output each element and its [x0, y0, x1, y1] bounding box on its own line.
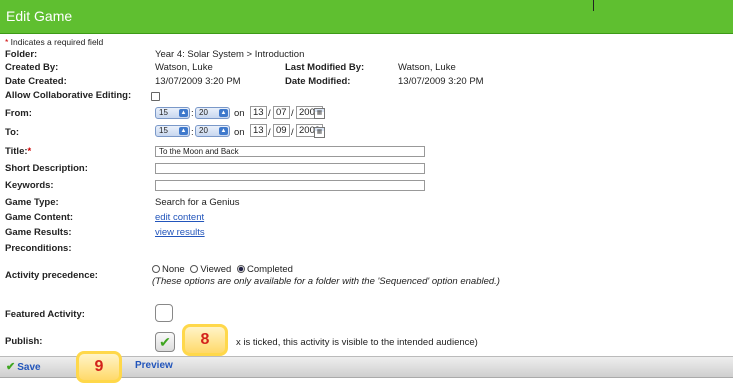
activity-precedence-label: Activity precedence:: [5, 270, 98, 281]
to-month-input[interactable]: 09: [273, 124, 290, 137]
spinner-arrows-icon: ▲: [179, 109, 188, 117]
radio-completed[interactable]: [237, 265, 245, 273]
preconditions-label: Preconditions:: [5, 243, 72, 254]
to-hour-value: 15: [159, 126, 168, 135]
title-input[interactable]: To the Moon and Back: [155, 146, 425, 157]
from-hour-select[interactable]: 15 ▲: [155, 107, 190, 119]
to-day-input[interactable]: 13: [250, 124, 267, 137]
from-minute-select[interactable]: 20 ▲: [195, 107, 230, 119]
from-label: From:: [5, 108, 32, 119]
callout-step-8: 8: [182, 324, 228, 356]
short-description-input[interactable]: [155, 163, 425, 174]
folder-label: Folder:: [5, 49, 38, 60]
keywords-label: Keywords:: [5, 180, 54, 191]
game-content-label: Game Content:: [5, 212, 74, 223]
to-on-text: on: [234, 127, 245, 138]
text-cursor: [593, 0, 594, 11]
date-created-value: 13/07/2009 3:20 PM: [155, 76, 241, 87]
title-label: Title:*: [5, 146, 31, 157]
keywords-input[interactable]: [155, 180, 425, 191]
precedence-options: None Viewed Completed: [152, 264, 293, 275]
calendar-icon[interactable]: ▦: [314, 127, 325, 138]
title-required-asterisk: *: [27, 146, 32, 157]
check-icon: ✔: [6, 361, 16, 373]
radio-viewed[interactable]: [190, 265, 199, 273]
required-note-text: Indicates a required field: [8, 37, 104, 47]
collab-checkbox[interactable]: [151, 92, 160, 101]
calendar-icon[interactable]: ▦: [314, 108, 325, 119]
title-label-text: Title:: [5, 146, 28, 157]
game-results-label: Game Results:: [5, 227, 72, 238]
radio-none[interactable]: [152, 265, 160, 273]
short-description-label: Short Description:: [5, 163, 88, 174]
radio-viewed-label: Viewed: [200, 264, 232, 275]
featured-activity-checkbox[interactable]: [155, 304, 173, 322]
title-bar: Edit Game: [0, 0, 733, 34]
to-minute-value: 20: [199, 126, 208, 135]
spinner-arrows-icon: ▲: [219, 127, 228, 135]
date-created-label: Date Created:: [5, 76, 67, 87]
collab-label: Allow Collaborative Editing:: [5, 90, 132, 101]
save-button[interactable]: ✔ Save: [6, 360, 41, 373]
game-type-value: Search for a Genius: [155, 197, 240, 208]
from-month-input[interactable]: 07: [273, 106, 290, 119]
view-results-link[interactable]: view results: [155, 227, 205, 238]
from-on-text: on: [234, 108, 245, 119]
precedence-note: (These options are only available for a …: [152, 276, 500, 287]
to-minute-select[interactable]: 20 ▲: [195, 125, 230, 137]
publish-checkbox[interactable]: ✔: [155, 332, 175, 352]
radio-completed-label: Completed: [247, 264, 293, 275]
folder-value: Year 4: Solar System > Introduction: [155, 49, 305, 60]
created-by-label: Created By:: [5, 62, 59, 73]
check-icon: ✔: [159, 334, 171, 350]
spinner-arrows-icon: ▲: [219, 109, 228, 117]
publish-note: x is ticked, this activity is visible to…: [236, 337, 478, 348]
preview-button[interactable]: Preview: [135, 360, 173, 371]
required-note: * Indicates a required field: [5, 37, 103, 47]
date-modified-value: 13/07/2009 3:20 PM: [398, 76, 484, 87]
created-by-value: Watson, Luke: [155, 62, 213, 73]
from-day-input[interactable]: 13: [250, 106, 267, 119]
spinner-arrows-icon: ▲: [179, 127, 188, 135]
date-modified-label: Date Modified:: [285, 76, 351, 87]
to-hour-select[interactable]: 15 ▲: [155, 125, 190, 137]
page-title: Edit Game: [6, 8, 73, 24]
from-hour-value: 15: [159, 108, 168, 117]
last-modified-by-value: Watson, Luke: [398, 62, 456, 73]
save-label: Save: [17, 362, 41, 373]
radio-none-label: None: [162, 264, 185, 275]
from-minute-value: 20: [199, 108, 208, 117]
featured-activity-label: Featured Activity:: [5, 309, 85, 320]
publish-label: Publish:: [5, 336, 43, 347]
callout-step-9: 9: [76, 351, 122, 383]
last-modified-by-label: Last Modified By:: [285, 62, 365, 73]
edit-content-link[interactable]: edit content: [155, 212, 204, 223]
game-type-label: Game Type:: [5, 197, 59, 208]
to-label: To:: [5, 127, 20, 138]
